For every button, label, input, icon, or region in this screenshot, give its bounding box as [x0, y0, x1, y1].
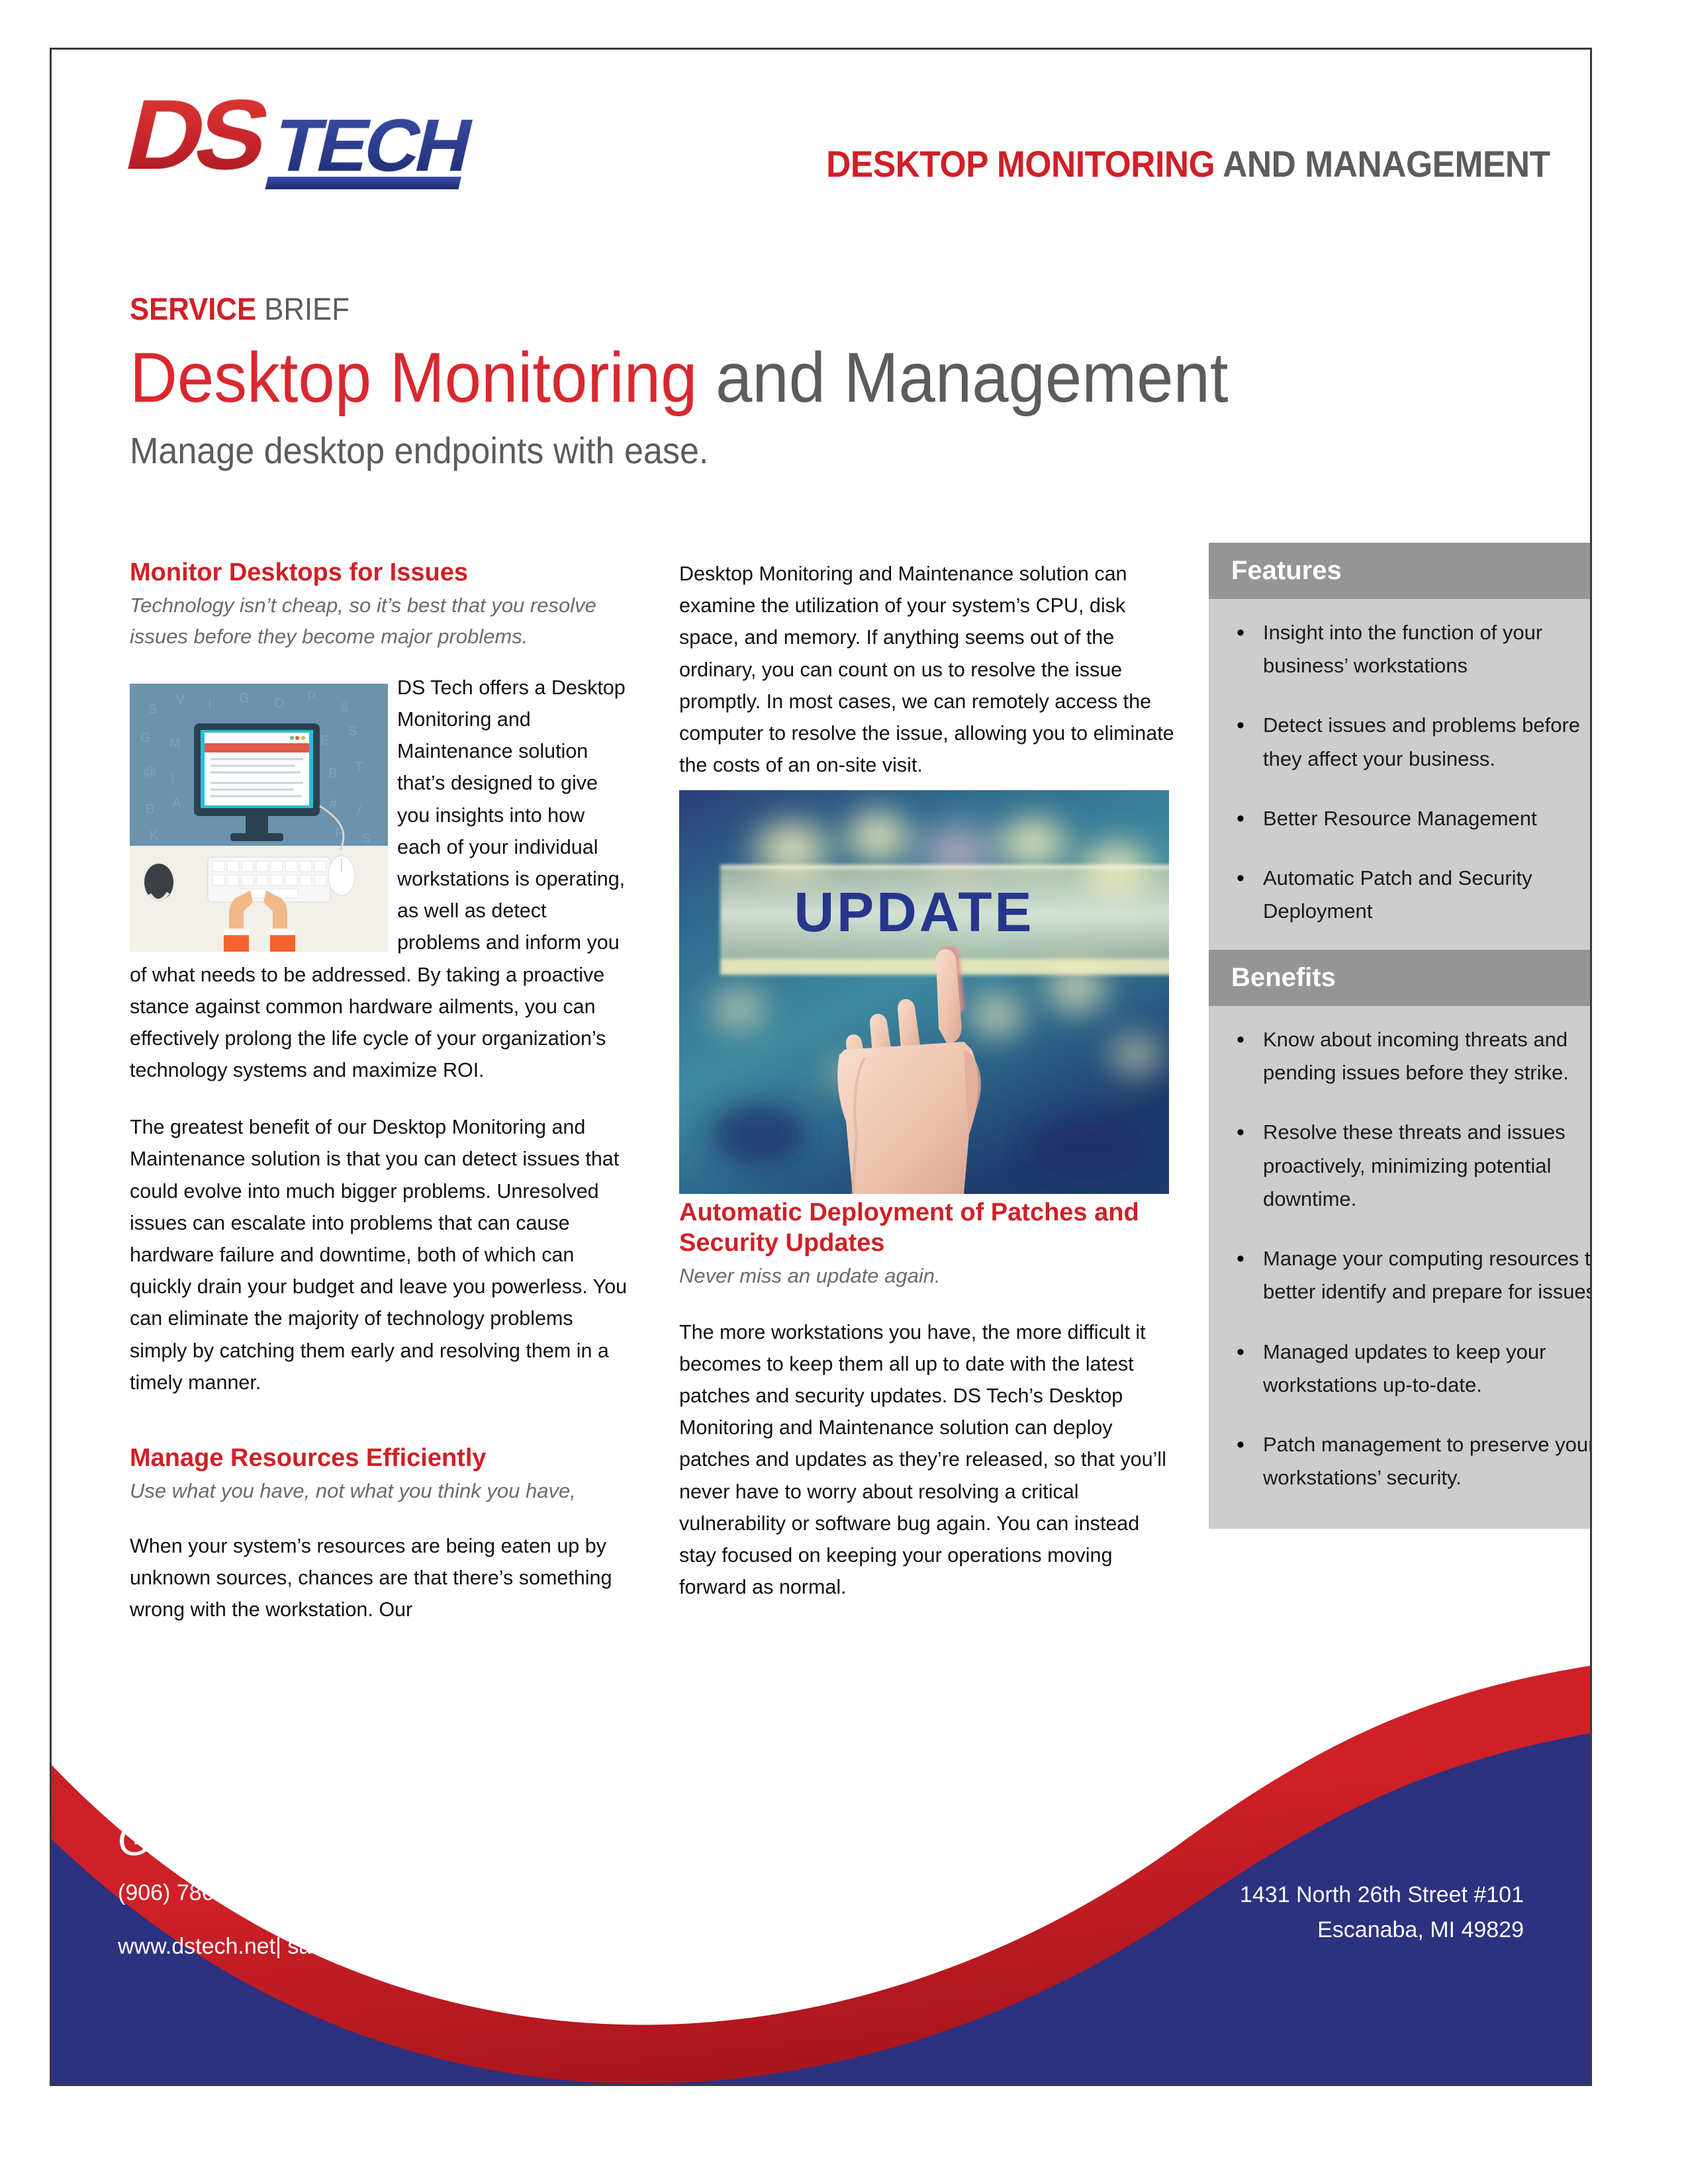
- dstech-logo: DS TECH: [118, 76, 528, 199]
- svg-text:O: O: [274, 696, 285, 711]
- left-section-subheading-2: Use what you have, not what you think yo…: [130, 1479, 576, 1502]
- middle-paragraph-2: The more workstations you have, the more…: [679, 1320, 1166, 1599]
- footer: Get Proactive! Call Us TODAY! (906) 786-…: [52, 1647, 1590, 2084]
- masthead-title: DESKTOP MONITORING AND MANAGEMENT: [826, 142, 1550, 185]
- list-item: Insight into the function of your busine…: [1231, 615, 1590, 682]
- svg-text:I: I: [208, 698, 212, 712]
- svg-text:M: M: [169, 736, 181, 751]
- left-section-heading: Monitor Desktops for Issues: [130, 559, 468, 586]
- benefits-body: Know about incoming threats and pending …: [1209, 1006, 1590, 1529]
- middle-section-subheading: Never miss an update again.: [679, 1263, 941, 1287]
- list-item: Managed updates to keep your workstation…: [1231, 1334, 1590, 1402]
- masthead-title-gray: AND MANAGEMENT: [1215, 143, 1551, 185]
- footer-address: 1431 North 26th Street #101 Escanaba, MI…: [1240, 1878, 1524, 1947]
- svg-text:G: G: [140, 731, 151, 745]
- page-title-red: Desktop Monitoring: [130, 338, 698, 417]
- left-section-heading-2: Manage Resources Efficiently: [130, 1443, 487, 1472]
- svg-text:T: T: [355, 760, 363, 774]
- page-title-gray: and Management: [697, 338, 1229, 417]
- masthead-title-red: DESKTOP MONITORING: [826, 143, 1215, 185]
- svg-text:A: A: [172, 796, 181, 810]
- footer-address-line-2: Escanaba, MI 49829: [1317, 1917, 1524, 1942]
- list-item: Manage your computing resources to bette…: [1231, 1241, 1590, 1308]
- svg-text:I: I: [171, 772, 175, 786]
- features-body: Insight into the function of your busine…: [1209, 599, 1590, 963]
- masthead: DS TECH DESKTOP MONITORING AND MANAGEMEN…: [52, 50, 1590, 222]
- list-item: Detect issues and problems before they a…: [1231, 707, 1590, 775]
- svg-text:V: V: [176, 692, 185, 707]
- svg-text:@: @: [143, 765, 156, 780]
- benefits-title: Benefits: [1209, 950, 1590, 1006]
- list-item: Know about incoming threats and pending …: [1231, 1022, 1590, 1089]
- desktop-monitoring-illustration: SVI GOP &GM Q?C ES@ IBT BA# /KF S: [130, 683, 388, 952]
- svg-text:B: B: [146, 802, 154, 817]
- left-section-subheading: Technology isn’t cheap, so it’s best tha…: [130, 593, 596, 648]
- eyebrow-gray: BRIEF: [256, 291, 350, 326]
- svg-text:P: P: [307, 690, 316, 704]
- svg-text:G: G: [239, 691, 250, 705]
- svg-text:B: B: [328, 766, 337, 781]
- list-item: Automatic Patch and Security Deployment: [1231, 860, 1590, 928]
- features-list: Insight into the function of your busine…: [1231, 615, 1590, 929]
- footer-address-line-1: 1431 North 26th Street #101: [1239, 1882, 1524, 1907]
- footer-phone[interactable]: (906) 786-0057: [118, 1880, 272, 1906]
- list-item: Better Resource Management: [1231, 801, 1590, 837]
- footer-cta: Get Proactive! Call Us TODAY!: [118, 1819, 701, 1864]
- eyebrow: SERVICE BRIEF: [130, 293, 1423, 324]
- benefits-panel: Benefits Know about incoming threats and…: [1209, 950, 1590, 1529]
- service-brief-page: DS TECH DESKTOP MONITORING AND MANAGEMEN…: [50, 48, 1592, 2086]
- features-panel: Features Insight into the function of yo…: [1209, 543, 1590, 963]
- svg-text:K: K: [150, 829, 159, 843]
- svg-text:S: S: [348, 724, 357, 739]
- features-title: Features: [1209, 543, 1590, 599]
- footer-web-email[interactable]: www.dstech.net| sales@dstech.net: [118, 1934, 467, 1960]
- svg-text:&: &: [340, 700, 350, 715]
- svg-text:DS: DS: [118, 79, 277, 191]
- svg-text:#: #: [330, 797, 338, 811]
- footer-swoosh: [52, 1647, 1590, 2084]
- list-item: Patch management to preserve your workst…: [1231, 1427, 1590, 1494]
- list-item: Resolve these threats and issues proacti…: [1231, 1115, 1590, 1216]
- left-paragraph-2: The greatest benefit of our Desktop Moni…: [130, 1116, 628, 1394]
- update-button-photo: UPDATE: [679, 790, 1177, 1195]
- middle-column: Desktop Monitoring and Maintenance solut…: [679, 558, 1177, 1603]
- svg-text:S: S: [148, 702, 157, 717]
- middle-section-heading: Automatic Deployment of Patches and Secu…: [679, 1199, 1139, 1257]
- left-column: Monitor Desktops for Issues Technology i…: [130, 558, 630, 1625]
- benefits-list: Know about incoming threats and pending …: [1231, 1022, 1590, 1494]
- svg-text:/: /: [357, 803, 361, 818]
- eyebrow-red: SERVICE: [130, 291, 257, 326]
- middle-paragraph-1: Desktop Monitoring and Maintenance solut…: [679, 563, 1174, 777]
- svg-text:UPDATE: UPDATE: [794, 881, 1034, 943]
- svg-text:S: S: [361, 831, 370, 846]
- title-block: SERVICE BRIEF Desktop Monitoring and Man…: [130, 293, 1520, 472]
- svg-text:TECH: TECH: [267, 104, 478, 187]
- page-title: Desktop Monitoring and Management: [130, 340, 1423, 414]
- svg-text:E: E: [320, 733, 329, 748]
- left-paragraph-3: When your system’s resources are being e…: [130, 1534, 612, 1621]
- page-subtitle: Manage desktop endpoints with ease.: [130, 430, 709, 472]
